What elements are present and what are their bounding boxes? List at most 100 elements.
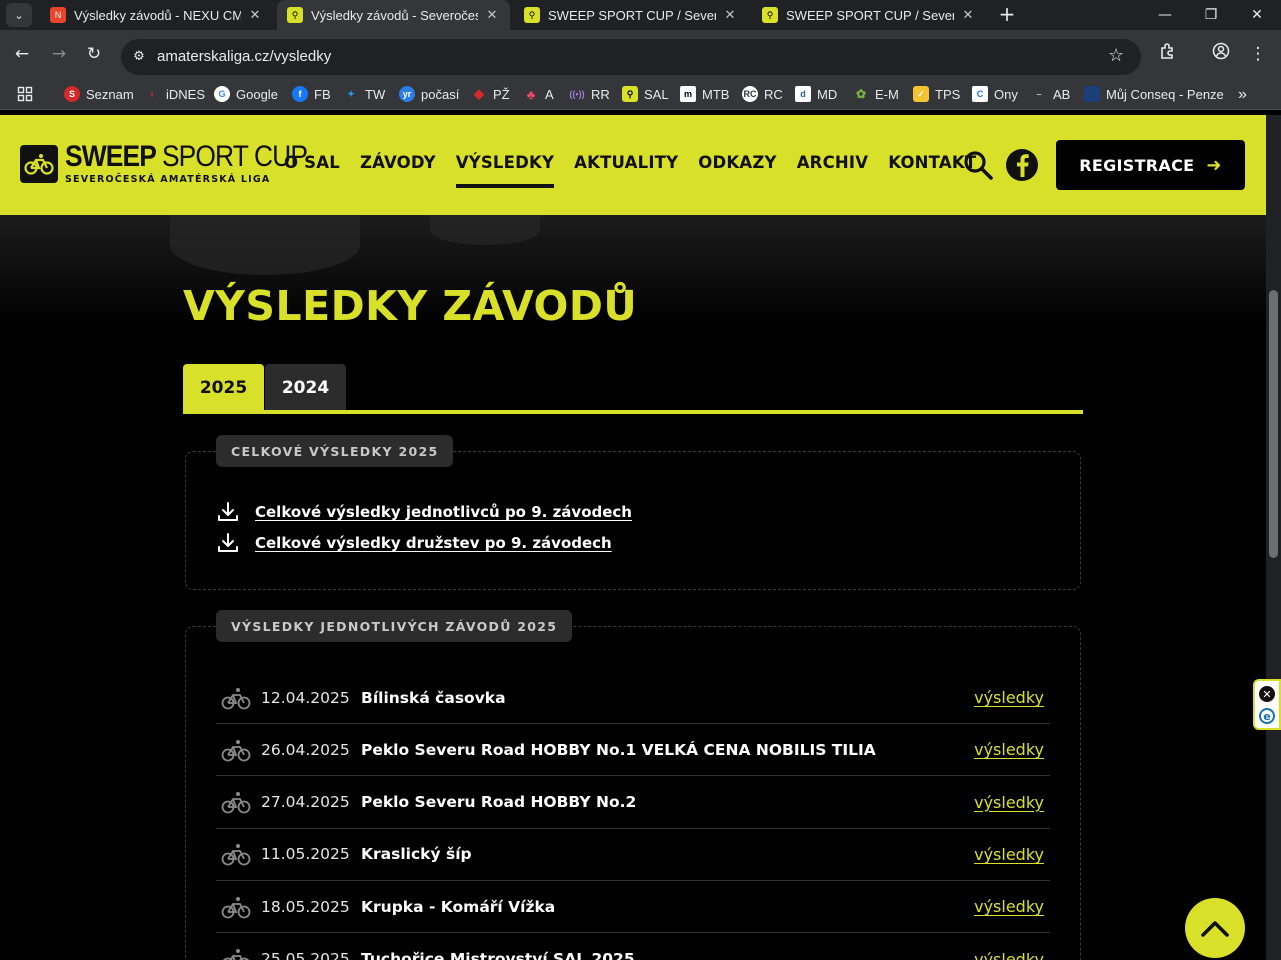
- profile-icon[interactable]: [1209, 42, 1233, 66]
- bicycle-logo-icon: [20, 144, 58, 183]
- window-close-icon[interactable]: ✕: [1234, 0, 1280, 30]
- hero-photo-shape: [430, 215, 540, 245]
- facebook-icon[interactable]: [1006, 149, 1038, 181]
- close-icon[interactable]: ✕: [484, 7, 500, 23]
- em-icon: ✿: [855, 87, 867, 101]
- bookmark-sal[interactable]: ⚲ SAL: [622, 86, 669, 102]
- bookmark-label: Seznam: [86, 86, 134, 102]
- reload-icon[interactable]: ↻: [82, 42, 106, 66]
- a-icon: ♣: [526, 86, 536, 102]
- browser-tab[interactable]: ⚲ SWEEP SPORT CUP / Severočes ✕: [752, 0, 986, 30]
- bookmark-label: TPS: [935, 86, 961, 102]
- race-name: Krupka - Komáří Vížka: [361, 897, 556, 916]
- scrollbar-thumb[interactable]: [1269, 290, 1278, 558]
- bookmark-rr[interactable]: ((•)) RR: [569, 86, 609, 102]
- tab-search-button[interactable]: ⌄: [6, 3, 32, 27]
- race-results-link[interactable]: výsledky: [974, 950, 1044, 960]
- bookmark-md[interactable]: d MD: [795, 86, 837, 102]
- close-icon[interactable]: ✕: [722, 7, 738, 23]
- tab-underline: [183, 410, 1083, 414]
- extensions-icon[interactable]: [1156, 42, 1180, 66]
- tab-2024[interactable]: 2024: [265, 364, 346, 411]
- mtb-icon: m: [680, 86, 696, 102]
- bookmark-mtb[interactable]: m MTB: [680, 86, 729, 102]
- bookmark-tw[interactable]: ✦ TW: [343, 86, 385, 102]
- bookmark-label: počasí: [421, 86, 460, 102]
- browser-tab-active[interactable]: ⚲ Výsledky závodů - Severočeská ✕: [277, 0, 510, 30]
- nav-item-odkazy[interactable]: ODKAZY: [698, 153, 776, 172]
- bookmark-pocasi[interactable]: yr počasí: [399, 86, 459, 102]
- bookmark-label: Google: [236, 86, 278, 102]
- bookmark-google[interactable]: G Google: [214, 86, 278, 102]
- bookmark-idnes[interactable]: ı iDNES: [144, 86, 205, 102]
- bookmark-label: E-M: [875, 86, 899, 102]
- browser-tab[interactable]: N Výsledky závodů - NEXU CMS ✕: [40, 0, 273, 30]
- bookmark-seznam[interactable]: S Seznam: [64, 86, 134, 102]
- seznam-icon: S: [64, 86, 80, 102]
- scroll-to-top-button[interactable]: [1185, 898, 1245, 958]
- download-link-label: Celkové výsledky družstev po 9. závodech: [255, 534, 612, 552]
- race-results-link[interactable]: výsledky: [974, 740, 1044, 759]
- bookmark-conseq[interactable]: Můj Conseq - Penze: [1084, 86, 1224, 102]
- site-info-icon[interactable]: ⚙: [129, 47, 149, 67]
- bookmark-em[interactable]: ✿ E-M: [853, 86, 899, 102]
- new-tab-icon[interactable]: +: [996, 4, 1018, 26]
- forward-icon[interactable]: →: [47, 42, 71, 66]
- nav-item-zavody[interactable]: ZÁVODY: [360, 153, 436, 172]
- race-results-link[interactable]: výsledky: [974, 793, 1044, 812]
- bookmark-ony[interactable]: C Ony: [972, 86, 1018, 102]
- race-results-link[interactable]: výsledky: [974, 688, 1044, 707]
- browser-menu-icon[interactable]: ⋮: [1246, 42, 1270, 66]
- bookmark-ab[interactable]: – AB: [1031, 86, 1070, 102]
- close-widget-icon[interactable]: ✕: [1259, 686, 1275, 702]
- bookmark-pz[interactable]: ◆ PŽ: [471, 86, 510, 102]
- logo-tagline: SEVEROČESKÁ AMATÉRSKÁ LIGA: [65, 174, 271, 185]
- bookmark-rc[interactable]: RC RC: [742, 86, 783, 102]
- nav-item-o-sal[interactable]: O SAL: [284, 153, 340, 172]
- rr-icon: ((•)): [569, 89, 585, 99]
- bookmark-star-icon[interactable]: ☆: [1108, 45, 1124, 66]
- apps-icon[interactable]: [17, 86, 33, 102]
- url-text[interactable]: amaterskaliga.cz/vysledky: [157, 48, 331, 65]
- race-name: Bílinská časovka: [361, 688, 506, 707]
- download-link-individuals[interactable]: Celkové výsledky jednotlivců po 9. závod…: [217, 501, 632, 523]
- race-date: 12.04.2025: [261, 688, 350, 707]
- minimize-icon[interactable]: —: [1142, 0, 1188, 30]
- race-name: Kraslický šíp: [361, 845, 472, 864]
- bookmark-label: MD: [817, 86, 838, 102]
- hero-photo-shape: [170, 215, 360, 275]
- bookmark-a[interactable]: ♣ A: [523, 86, 554, 102]
- search-icon[interactable]: [962, 149, 994, 181]
- bicycle-icon: [221, 896, 251, 919]
- bookmark-label: MTB: [702, 86, 730, 102]
- bookmarks-bar: S Seznam ı iDNES G Google f FB ✦ TW yr počasí …: [0, 78, 1281, 110]
- bookmark-label: FB: [314, 86, 331, 102]
- nav-item-vysledky[interactable]: VÝSLEDKY: [455, 153, 555, 188]
- close-icon[interactable]: ✕: [960, 7, 976, 23]
- close-icon[interactable]: ✕: [247, 7, 263, 23]
- tab-title: Výsledky závodů - Severočeská: [311, 7, 478, 23]
- bicycle-icon: [221, 844, 251, 866]
- browser-tab[interactable]: ⚲ SWEEP SPORT CUP / Severočes ✕: [514, 0, 748, 30]
- back-icon[interactable]: ←: [10, 42, 34, 66]
- download-link-label: Celkové výsledky jednotlivců po 9. závod…: [255, 503, 632, 521]
- restore-icon[interactable]: ❐: [1188, 0, 1234, 30]
- bookmark-fb[interactable]: f FB: [292, 86, 331, 102]
- nav-item-aktuality[interactable]: AKTUALITY: [574, 153, 678, 172]
- tab-2025[interactable]: 2025: [183, 364, 264, 411]
- page-scrollbar[interactable]: [1266, 115, 1281, 960]
- download-link-teams[interactable]: Celkové výsledky družstev po 9. závodech: [217, 532, 612, 554]
- race-results-link[interactable]: výsledky: [974, 897, 1044, 916]
- nav-item-archiv[interactable]: ARCHIV: [797, 153, 869, 172]
- registration-label: REGISTRACE: [1079, 155, 1195, 175]
- edge-extension-icon[interactable]: e: [1259, 708, 1275, 724]
- more-bookmarks-icon[interactable]: »: [1238, 86, 1247, 104]
- bookmark-label: Můj Conseq - Penze: [1106, 86, 1224, 102]
- chevron-up-icon: [1201, 921, 1229, 937]
- ony-icon: C: [972, 86, 988, 102]
- tab-title: Výsledky závodů - NEXU CMS: [74, 7, 241, 23]
- registration-button[interactable]: REGISTRACE ➜: [1056, 140, 1245, 190]
- race-results-link[interactable]: výsledky: [974, 845, 1044, 864]
- bicycle-icon: [223, 949, 249, 960]
- bookmark-tps[interactable]: ✓ TPS: [913, 86, 960, 102]
